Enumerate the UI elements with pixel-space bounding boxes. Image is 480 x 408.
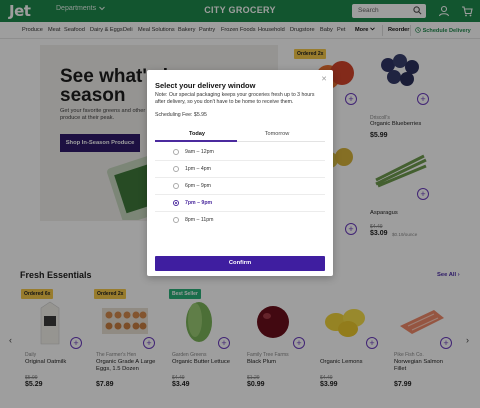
slot-radio[interactable] [173, 149, 179, 155]
slot-label: 9am – 12pm [185, 149, 214, 155]
slot-label: 7pm – 9pm [185, 200, 213, 206]
slot-label: 6pm – 9pm [185, 183, 211, 189]
slot-label: 1pm – 4pm [185, 166, 211, 172]
tab-today[interactable]: Today [157, 131, 237, 137]
confirm-button[interactable]: Confirm [155, 256, 325, 271]
slot-radio[interactable] [173, 183, 179, 189]
close-icon[interactable]: ✕ [321, 75, 327, 83]
slot-radio-selected[interactable] [173, 200, 179, 206]
delivery-window-modal: ✕ Select your delivery window Note: Our … [147, 70, 333, 276]
delivery-slot-selected[interactable]: 7pm – 9pm [155, 195, 325, 212]
modal-note: Note: Our special packaging keeps your g… [155, 92, 315, 105]
active-tab-indicator [155, 140, 237, 142]
delivery-slot[interactable]: 1pm – 4pm [155, 161, 325, 178]
delivery-slot[interactable]: 6pm – 9pm [155, 178, 325, 195]
slot-radio[interactable] [173, 166, 179, 172]
delivery-slot[interactable]: 9am – 12pm [155, 144, 325, 161]
slot-radio[interactable] [173, 217, 179, 223]
slot-label: 8pm – 11pm [185, 217, 214, 223]
tab-tomorrow[interactable]: Tomorrow [237, 131, 317, 137]
modal-title: Select your delivery window [155, 81, 256, 90]
scheduling-fee: Scheduling Fee: $5.95 [155, 112, 207, 118]
page: Jet Departments CITY GROCERY Search Prod… [0, 0, 480, 408]
delivery-slot[interactable]: 8pm – 11pm [155, 212, 325, 229]
